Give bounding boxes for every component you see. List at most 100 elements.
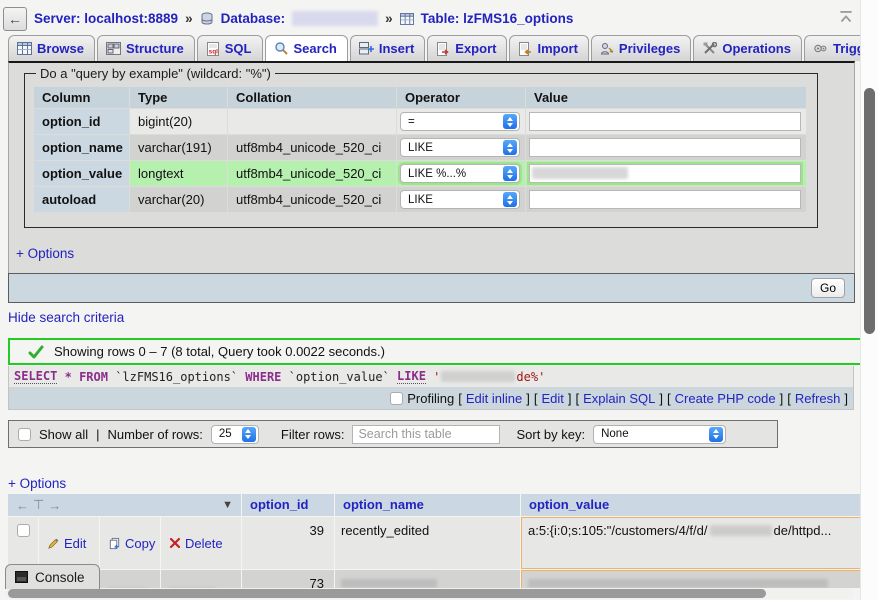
breadcrumb-separator: » [385,11,393,26]
operator-value: LIKE [408,141,433,154]
database-name-redacted[interactable] [292,11,379,26]
select-stepper-icon [503,114,517,129]
filter-rows-input[interactable] [352,424,501,444]
phpmyadmin-window: ← Server: localhost:8889 » Database: » T… [0,0,888,600]
tab-label: Browse [37,41,84,56]
tab-operations[interactable]: Operations [693,35,802,61]
operations-icon [702,41,718,56]
search-term-redacted [532,167,628,179]
sort-descending-icon[interactable]: ▼ [222,499,233,511]
back-button[interactable]: ← [3,6,27,31]
breadcrumb-database-link[interactable]: Database: [221,11,286,26]
database-icon [200,12,214,26]
tab-import[interactable]: Import [509,35,589,61]
pencil-icon [47,537,60,550]
operator-value: = [408,115,415,128]
operator-select-option-id[interactable]: = [400,112,520,131]
search-form-panel: Do a "query by example" (wildcard: "%") … [8,61,855,303]
tab-insert[interactable]: Insert [349,35,426,61]
tab-label: Export [455,41,497,56]
value-input-option-name[interactable] [529,138,801,157]
submit-bar: Go [8,273,855,303]
bracket: [ [667,390,671,406]
tab-browse[interactable]: Browse [8,35,95,61]
criteria-column-name: autoload [34,187,129,212]
tab-export[interactable]: Export [427,35,508,61]
criteria-collation: utf8mb4_unicode_520_ci [228,187,396,212]
cell-option-name[interactable] [335,570,520,588]
pin-column-icon[interactable]: ⊤ [33,497,44,513]
bracket: [ [575,390,580,406]
cell-option-id[interactable]: 39 [242,517,334,569]
results-options-toggle[interactable]: + Options [8,476,66,491]
structure-icon [105,42,121,55]
results-grid-viewport: ← ⊤ → ▼ option_id option_name option_val… [8,494,860,588]
tab-label: Structure [125,41,184,56]
tab-privileges[interactable]: Privileges [590,35,692,61]
sql-keyword-like[interactable]: LIKE [397,369,426,384]
column-header-option-value[interactable]: option_value [521,494,860,516]
search-options-toggle[interactable]: + Options [16,246,74,261]
profiling-checkbox[interactable] [390,391,404,405]
criteria-header-column: Column [34,87,129,108]
go-button[interactable]: Go [811,278,845,298]
sql-statement: SELECT * FROM `lzFMS16_options` WHERE `o… [8,366,854,387]
option-value-prefix: a:5:{i:0;s:105:"/customers/4/f/d/ [528,523,708,538]
edit-link[interactable]: Edit [541,391,563,406]
column-header-option-id[interactable]: option_id [242,494,334,516]
refresh-link[interactable]: Refresh [795,391,841,406]
delete-row-button[interactable]: Delete [161,517,241,569]
bracket: ] [779,390,784,406]
breadcrumb-table-link[interactable]: Table: lzFMS16_options [421,11,574,26]
sort-by-key-select[interactable]: None [593,424,727,444]
tab-sql[interactable]: sql SQL [196,35,263,61]
breadcrumb-server-link[interactable]: Server: localhost:8889 [34,11,178,26]
cell-option-id[interactable]: 73 [242,570,334,588]
operator-select-option-name[interactable]: LIKE [400,138,520,157]
cell-option-name[interactable]: recently_edited [335,517,520,569]
show-all-checkbox[interactable] [18,427,31,441]
select-stepper-icon [503,140,517,155]
bracket: ] [526,390,530,406]
edit-inline-link[interactable]: Edit inline [466,391,522,406]
edit-row-button[interactable]: Edit [39,517,99,569]
move-column-left-icon[interactable]: ← [16,498,29,513]
copy-row-button[interactable]: Copy [100,517,160,569]
number-of-rows-value: 25 [218,428,232,440]
tab-structure[interactable]: Structure [96,35,195,61]
horizontal-scrollbar-thumb[interactable] [8,589,766,598]
status-text: Showing rows 0 – 7 (8 total, Query took … [54,344,385,359]
hide-search-criteria-link[interactable]: Hide search criteria [8,310,124,325]
column-header-option-name[interactable]: option_name [335,494,520,516]
value-input-autoload[interactable] [529,190,801,209]
criteria-header-operator: Operator [397,87,525,108]
results-grid: ← ⊤ → ▼ option_id option_name option_val… [8,494,860,588]
tab-label: Search [293,41,337,56]
delete-label: Delete [185,535,223,551]
breadcrumb-separator: » [185,11,193,26]
move-column-right-icon[interactable]: → [48,498,61,513]
select-stepper-icon [241,426,256,442]
explain-sql-link[interactable]: Explain SQL [583,391,655,406]
tab-search[interactable]: Search [264,35,348,61]
cell-option-value[interactable] [521,570,860,588]
scroll-to-top-icon[interactable] [837,9,855,25]
delete-row-button[interactable] [161,570,241,588]
operator-select-option-value[interactable]: LIKE %...% [400,164,520,183]
row-select-checkbox[interactable] [16,524,30,537]
sql-keyword-from: FROM [79,369,108,384]
sql-keyword-select[interactable]: SELECT [14,369,58,384]
create-php-code-link[interactable]: Create PHP code [675,391,776,406]
select-stepper-icon [709,426,724,442]
console-toggle[interactable]: Console [5,564,100,589]
table-tabs: Browse Structure sql SQL Search Insert E… [8,35,888,61]
value-input-option-id[interactable] [529,112,801,131]
criteria-column-name: option_id [34,109,129,134]
cell-option-value[interactable]: a:5:{i:0;s:105:"/customers/4/f/d/de/http… [521,517,860,569]
vertical-scrollbar-thumb[interactable] [864,88,875,334]
operator-select-autoload[interactable]: LIKE [400,190,520,209]
bracket: ] [567,390,572,406]
number-of-rows-select[interactable]: 25 [210,424,259,444]
copy-row-button[interactable] [100,570,160,588]
privileges-icon [600,42,614,56]
